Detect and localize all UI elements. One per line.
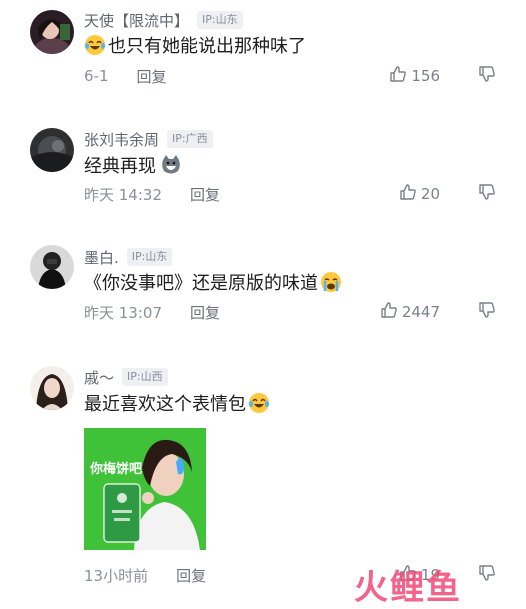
comment-meta: 13小时前 回复 xyxy=(84,564,206,586)
comment-text: 也只有她能说出那种味了 xyxy=(84,32,306,58)
comment-meta: 昨天 13:07 回复 xyxy=(84,301,220,323)
ip-badge: IP:山东 xyxy=(197,11,243,29)
like-button[interactable]: 2447 xyxy=(380,301,440,323)
avatar[interactable] xyxy=(30,10,74,54)
thumbs-down-icon xyxy=(478,65,496,87)
comment-text-content: 最近喜欢这个表情包 xyxy=(84,394,246,415)
username[interactable]: 张刘韦余周 xyxy=(84,129,159,150)
reply-button[interactable]: 回复 xyxy=(176,565,206,586)
like-button[interactable]: 156 xyxy=(389,65,440,87)
crying-face-icon xyxy=(320,271,342,293)
comment-text: 最近喜欢这个表情包 xyxy=(84,390,270,416)
reply-button[interactable]: 回复 xyxy=(190,302,220,323)
dislike-button[interactable] xyxy=(478,301,496,323)
like-button[interactable]: 20 xyxy=(399,183,440,205)
comment-text-content: 也只有她能说出那种味了 xyxy=(108,36,306,57)
reply-button[interactable]: 回复 xyxy=(190,184,220,205)
comment-text-content: 《你没事吧》还是原版的味道 xyxy=(84,273,318,294)
comment-text: 经典再现 xyxy=(84,152,182,178)
like-count: 20 xyxy=(420,185,440,203)
comment-header: 天使【限流中】 IP:山东 xyxy=(84,9,243,31)
timestamp: 13小时前 xyxy=(84,566,149,585)
comment-header: 戚～ IP:山西 xyxy=(84,366,168,388)
thumbs-up-icon xyxy=(380,301,402,323)
comment-header: 墨白. IP:山东 xyxy=(84,246,173,268)
watermark-text: 火鲤鱼 xyxy=(354,568,462,608)
username[interactable]: 墨白. xyxy=(84,247,119,268)
comment-text: 《你没事吧》还是原版的味道 xyxy=(84,269,342,295)
comment-header: 张刘韦余周 IP:广西 xyxy=(84,128,213,150)
username[interactable]: 天使【限流中】 xyxy=(84,10,189,31)
timestamp: 昨天 14:32 xyxy=(84,185,162,204)
dislike-button[interactable] xyxy=(478,65,496,87)
laughing-tears-icon xyxy=(248,392,270,414)
ip-badge: IP:山西 xyxy=(122,368,168,386)
thumbs-up-icon xyxy=(389,65,411,87)
dislike-button[interactable] xyxy=(478,183,496,205)
timestamp: 昨天 13:07 xyxy=(84,303,162,322)
ip-badge: IP:山东 xyxy=(126,248,173,266)
username[interactable]: 戚～ xyxy=(84,367,114,388)
sticker-image[interactable]: 你梅饼吧 xyxy=(84,428,206,550)
comment-text-content: 经典再现 xyxy=(84,156,156,177)
comment-meta: 6-1 回复 xyxy=(84,65,167,87)
thumbs-down-icon xyxy=(478,183,496,205)
like-count: 2447 xyxy=(401,303,440,321)
avatar[interactable] xyxy=(30,366,74,410)
cat-face-icon xyxy=(160,154,182,176)
thumbs-up-icon xyxy=(399,183,421,205)
laughing-tears-icon xyxy=(84,34,106,56)
reply-button[interactable]: 回复 xyxy=(137,66,167,87)
comment-meta: 昨天 14:32 回复 xyxy=(84,183,220,205)
dislike-button[interactable] xyxy=(478,564,496,586)
avatar[interactable] xyxy=(30,128,74,172)
sticker-caption: 你梅饼吧 xyxy=(90,462,143,477)
avatar[interactable] xyxy=(30,245,74,289)
ip-badge: IP:广西 xyxy=(167,130,213,148)
timestamp: 6-1 xyxy=(84,67,109,85)
like-count: 156 xyxy=(411,67,440,85)
watermark-logo: 火鲤鱼 xyxy=(354,560,462,609)
thumbs-down-icon xyxy=(478,301,496,323)
thumbs-down-icon xyxy=(478,564,496,586)
